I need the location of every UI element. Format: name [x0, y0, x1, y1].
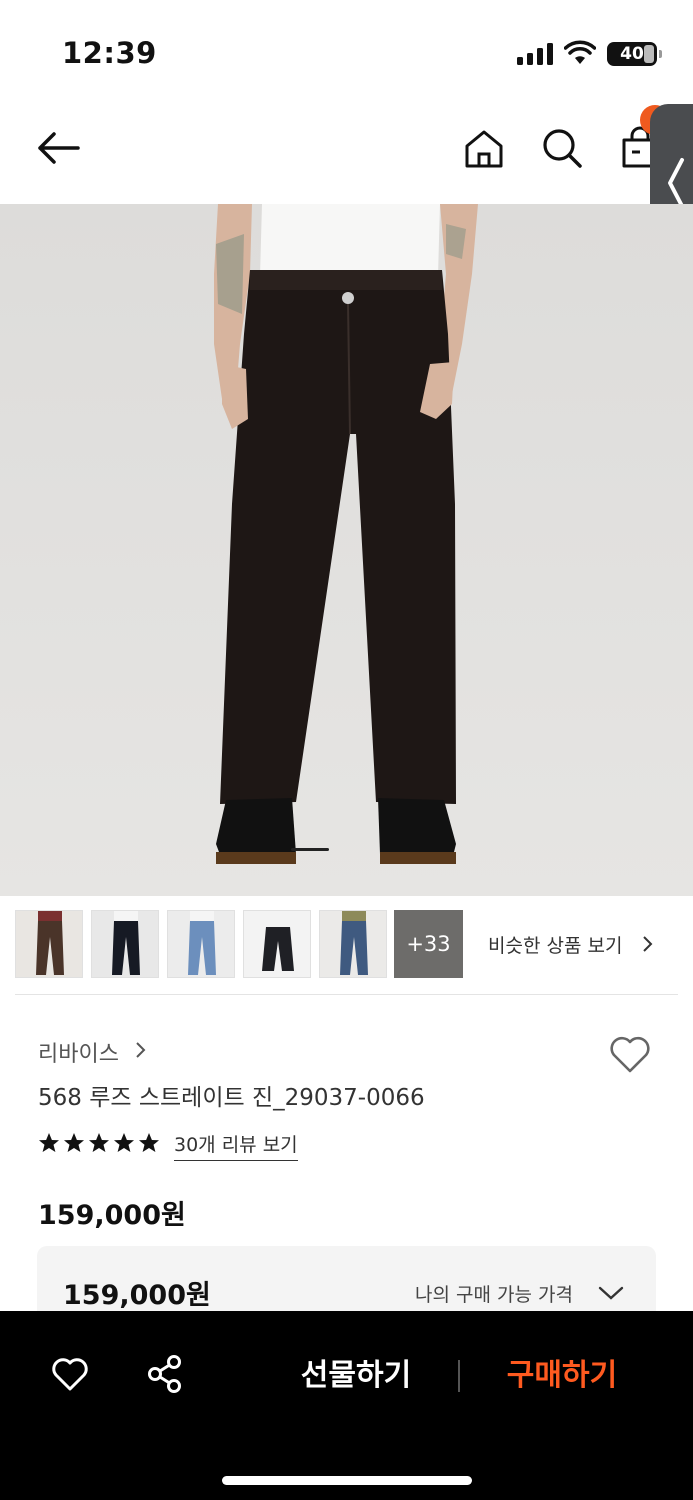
bottom-action-bar [0, 1311, 693, 1500]
product-name: 568 루즈 스트레이트 진_29037-0066 [38, 1085, 425, 1111]
home-icon[interactable] [463, 128, 505, 170]
divider [458, 1360, 460, 1392]
product-price: 159,000원 [38, 1200, 186, 1231]
carousel-indicator [291, 848, 329, 851]
my-price-value: 159,000원 [63, 1280, 211, 1311]
thumbnail-2[interactable] [91, 910, 159, 978]
chevron-right-icon [643, 936, 653, 952]
thumbnail-3[interactable] [167, 910, 235, 978]
home-indicator [222, 1476, 472, 1485]
thumbnail-1[interactable] [15, 910, 83, 978]
status-bar: 12:39 40 [0, 0, 693, 100]
more-count: +33 [406, 932, 451, 956]
chevron-left-icon [668, 158, 684, 208]
share-icon[interactable] [147, 1354, 183, 1394]
thumbnail-4[interactable] [243, 910, 311, 978]
back-arrow-icon[interactable] [34, 128, 82, 168]
similar-products-link[interactable]: 비슷한 상품 보기 [488, 931, 622, 958]
chevron-down-icon[interactable] [597, 1284, 625, 1302]
status-time: 12:39 [62, 36, 157, 70]
product-image[interactable] [0, 204, 693, 896]
divider [15, 994, 678, 995]
jeans-model-photo [0, 204, 693, 896]
signal-icon [517, 43, 555, 65]
my-price-label: 나의 구매 가능 가격 [415, 1284, 573, 1306]
chevron-right-icon [136, 1042, 146, 1058]
battery-icon: 40 [607, 42, 662, 66]
top-nav [0, 100, 693, 204]
reviews-link[interactable]: 30개 리뷰 보기 [174, 1130, 298, 1161]
wifi-icon [564, 40, 596, 64]
wishlist-heart-icon[interactable] [607, 1033, 653, 1075]
heart-icon[interactable] [50, 1356, 90, 1392]
thumbnail-5[interactable] [319, 910, 387, 978]
buy-button[interactable]: 구매하기 [496, 1348, 628, 1404]
battery-level: 40 [620, 44, 644, 64]
gift-button[interactable]: 선물하기 [290, 1348, 422, 1404]
more-thumbnails-button[interactable]: +33 [394, 910, 463, 978]
brand-link[interactable]: 리바이스 [38, 1036, 119, 1068]
rating-stars [39, 1133, 159, 1152]
search-icon[interactable] [540, 126, 584, 170]
